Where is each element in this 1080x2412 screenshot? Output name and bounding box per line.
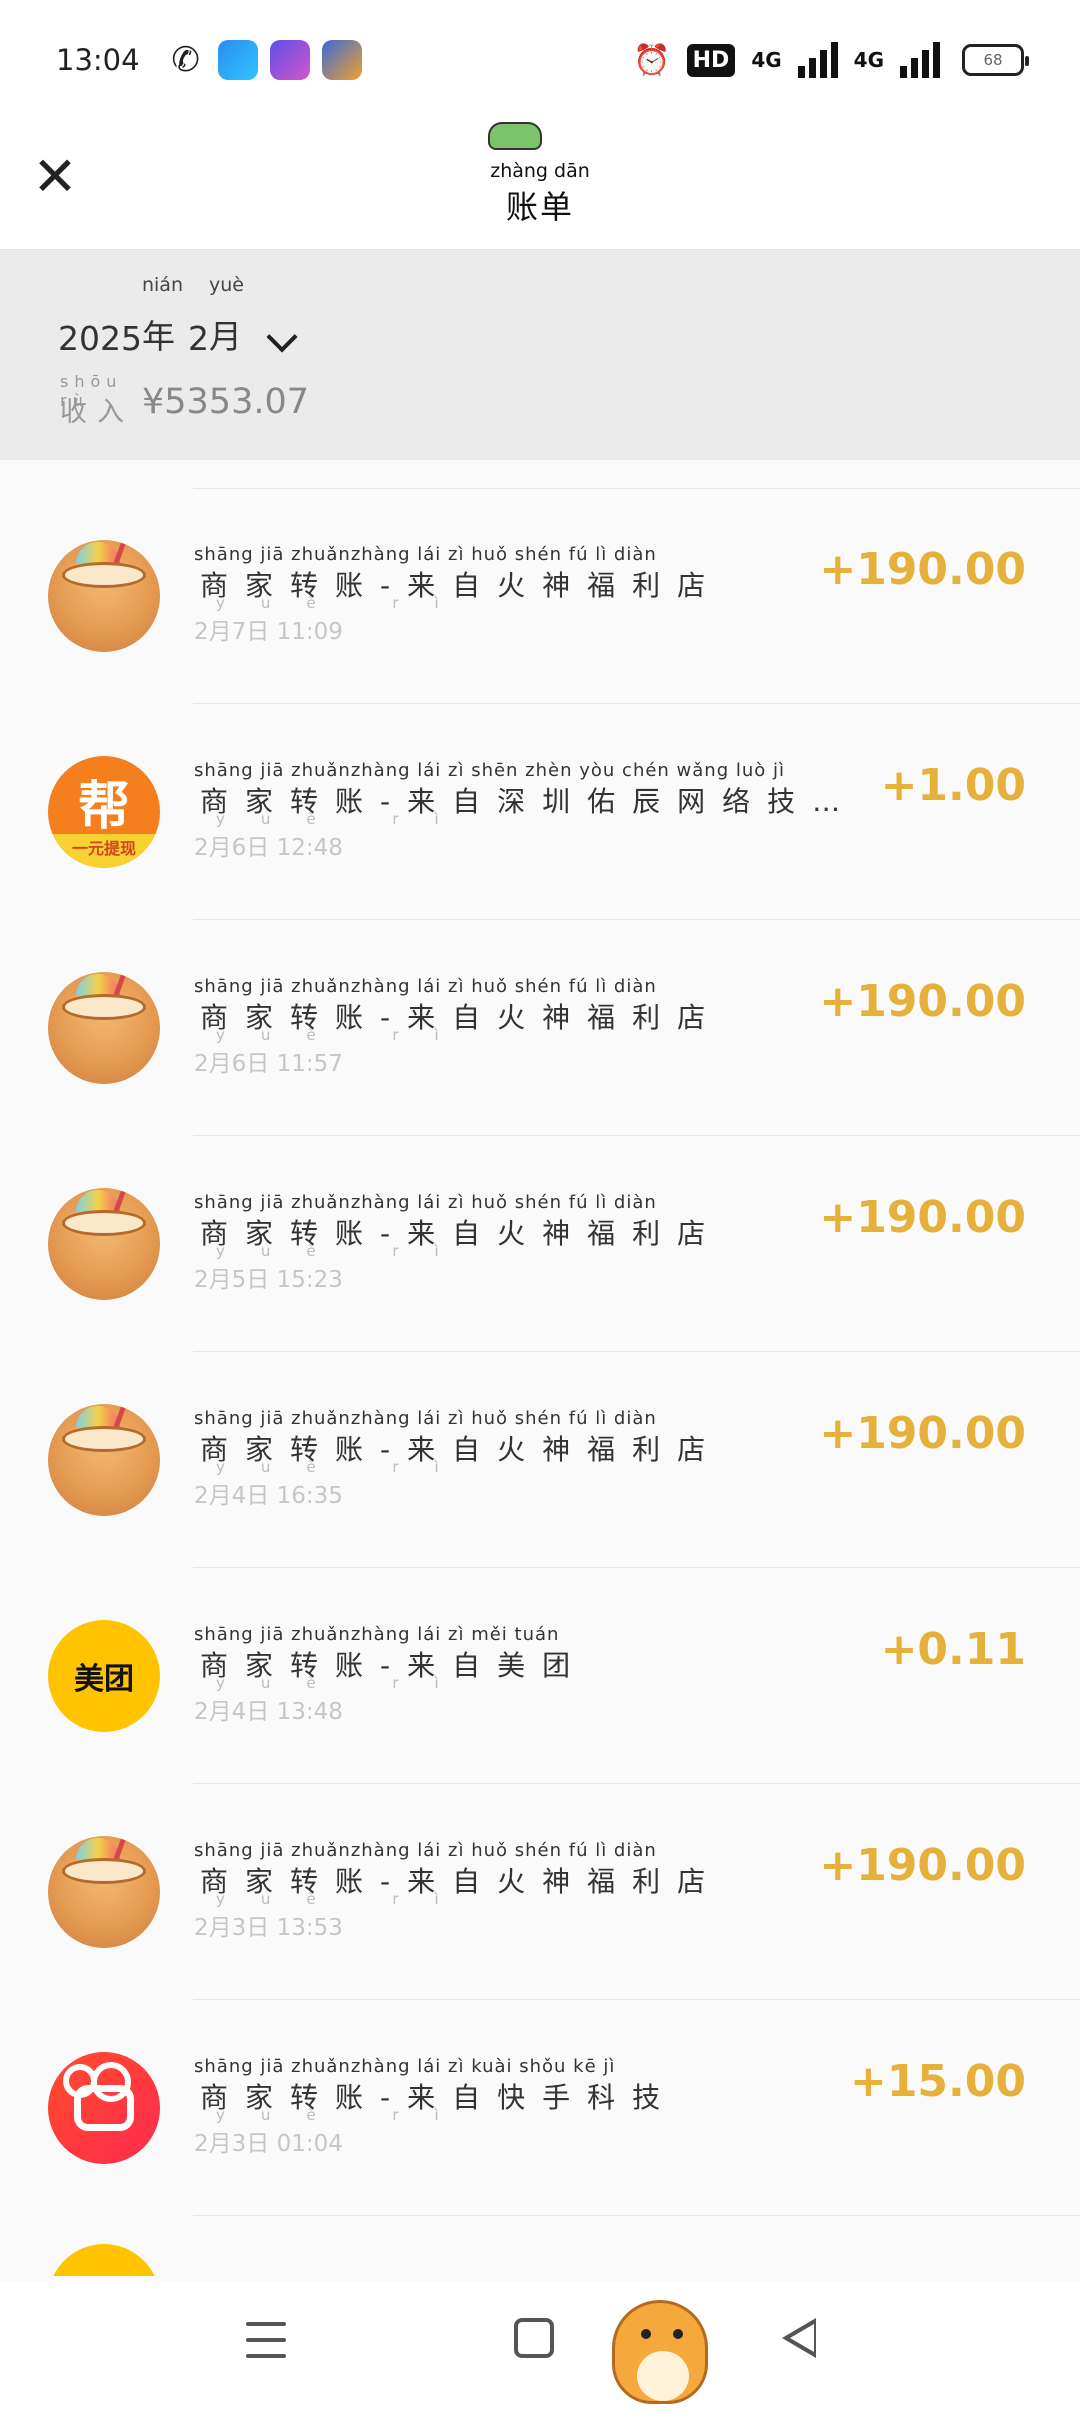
transaction-title-pinyin: shāng jiā zhuǎnzhàng lái zì měi tuán [194,1624,560,1645]
coconut-avatar [48,1404,160,1516]
chevron-down-icon[interactable] [266,321,298,353]
transaction-list: shāng jiā zhuǎnzhàng lái zì huǒ shén fú … [0,488,1080,2276]
page-title: 账单 [505,188,574,226]
transaction-row[interactable]: shāng jiā zhuǎnzhàng lái zì huǒ shén fú … [0,1352,1080,1568]
transaction-row-partial[interactable] [0,2216,1080,2276]
income-label-wrap: shōu rù 收入 [58,372,138,428]
close-icon[interactable]: ✕ [30,150,80,204]
status-right-group: ⏰ HD 4G 4G 68 [633,42,1029,78]
transaction-date-pinyin: yuè rì [216,594,475,612]
transaction-date: 2月6日 11:57 [194,1051,343,1077]
system-nav-bar [0,2282,1080,2412]
year-char: 年 [141,317,175,356]
mascot-icon [488,122,542,150]
back-icon[interactable] [782,2318,816,2358]
transaction-amount: +15.00 [849,2056,1026,2107]
kuaishou-avatar [48,2052,160,2164]
transaction-date-pinyin: yuè rì [216,1458,475,1476]
status-bar: 13:04 ✆ ⏰ HD 4G 4G 68 [0,0,1080,120]
wechat-icon: ✆ [171,40,200,80]
transaction-date: 2月3日 01:04 [194,2131,343,2157]
app-icon [217,40,258,80]
transaction-date: 2月4日 13:48 [194,1699,343,1725]
transaction-date: 2月4日 16:35 [194,1483,343,1509]
transaction-date: 2月6日 12:48 [194,835,343,861]
home-icon[interactable] [514,2318,554,2358]
transaction-row[interactable]: shāng jiā zhuǎnzhàng lái zì huǒ shén fú … [0,488,1080,704]
month-summary: 2025 nián 年 2 yuè 月 shōu rù 收入 ¥5353.07 [0,250,1080,460]
transaction-title-pinyin: shāng jiā zhuǎnzhàng lái zì huǒ shén fú … [194,1840,657,1861]
year-number: 2025 [58,319,142,358]
month-selector[interactable]: 2025 nián 年 2 yuè 月 [58,274,298,358]
network-4g-label: 4G [751,48,782,72]
meituan-avatar: 美团 [48,1620,160,1732]
month-number: 2 [187,319,209,358]
income-label: 收入 [60,397,134,428]
transaction-amount: +0.11 [880,1624,1026,1675]
transaction-amount: +1.00 [880,760,1026,811]
transaction-title-pinyin: shāng jiā zhuǎnzhàng lái zì huǒ shén fú … [194,976,657,997]
partial-avatar [48,2244,160,2276]
transaction-row[interactable]: shāng jiā zhuǎnzhàng lái zì huǒ shén fú … [0,1136,1080,1352]
transaction-row[interactable]: shāng jiā zhuǎnzhàng lái zì huǒ shén fú … [0,920,1080,1136]
transaction-row[interactable]: shāng jiā zhuǎnzhàng lái zì huǒ shén fú … [0,1784,1080,2000]
transaction-title-pinyin: shāng jiā zhuǎnzhàng lái zì huǒ shén fú … [194,1192,657,1213]
hd-icon: HD [686,43,736,77]
transaction-date: 2月7日 11:09 [194,619,343,645]
transaction-title-pinyin: shāng jiā zhuǎnzhàng lái zì kuài shǒu kē… [194,2056,616,2077]
battery-icon: 68 [962,44,1029,76]
app-icon [321,40,362,80]
month-char-wrap: yuè 月 [208,274,249,358]
transaction-row[interactable]: 帮 一元提现 shāng jiā zhuǎnzhàng lái zì shēn … [0,704,1080,920]
transaction-date-pinyin: yuè rì [216,1890,475,1908]
alarm-icon: ⏰ [633,42,671,78]
coconut-avatar [48,972,160,1084]
transaction-amount: +190.00 [819,1408,1026,1459]
income-amount: ¥5353.07 [142,382,310,422]
transaction-amount: +190.00 [819,1192,1026,1243]
page-title-pinyin: zhàng dān [490,160,590,182]
transaction-date-pinyin: yuè rì [216,810,475,828]
transaction-amount: +190.00 [819,544,1026,595]
coconut-avatar [48,1836,160,1948]
transaction-title-pinyin: shāng jiā zhuǎnzhàng lái zì huǒ shén fú … [194,1408,657,1429]
menu-icon[interactable] [246,2322,286,2358]
coconut-avatar [48,540,160,652]
month-char: 月 [208,317,242,356]
transaction-amount: +190.00 [819,976,1026,1027]
transaction-date: 2月5日 15:23 [194,1267,343,1293]
transaction-amount: +190.00 [819,1840,1026,1891]
app-icon [269,40,310,80]
tiger-mascot-icon[interactable] [612,2300,708,2404]
transaction-date-pinyin: yuè rì [216,1242,475,1260]
bang-avatar-char: 帮 [77,776,130,837]
status-time: 13:04 [56,43,140,77]
income-row: shōu rù 收入 ¥5353.07 [58,372,310,428]
month-pinyin: yuè [208,274,244,296]
title-bar: ✕ zhàng dān 账单 [0,120,1080,250]
year-char-wrap: nián 年 [141,274,183,358]
transaction-row[interactable]: 美团 shāng jiā zhuǎnzhàng lái zì měi tuán … [0,1568,1080,1784]
network-4g-label: 4G [853,48,884,72]
transaction-row[interactable]: shāng jiā zhuǎnzhàng lái zì kuài shǒu kē… [0,2000,1080,2216]
signal-4g-icon [797,42,838,78]
transaction-title-pinyin: shāng jiā zhuǎnzhàng lái zì shēn zhèn yò… [194,760,786,781]
bang-avatar-strip: 一元提现 [48,834,160,868]
transaction-date-pinyin: yuè rì [216,2106,475,2124]
transaction-date-pinyin: yuè rì [216,1674,475,1692]
transaction-date: 2月3日 13:53 [194,1915,343,1941]
year-pinyin: nián [141,274,183,296]
coconut-avatar [48,1188,160,1300]
transaction-date-pinyin: yuè rì [216,1026,475,1044]
bang-avatar: 帮 一元提现 [48,756,160,868]
transaction-title-pinyin: shāng jiā zhuǎnzhàng lái zì huǒ shén fú … [194,544,657,565]
signal-4g-icon [900,42,940,78]
